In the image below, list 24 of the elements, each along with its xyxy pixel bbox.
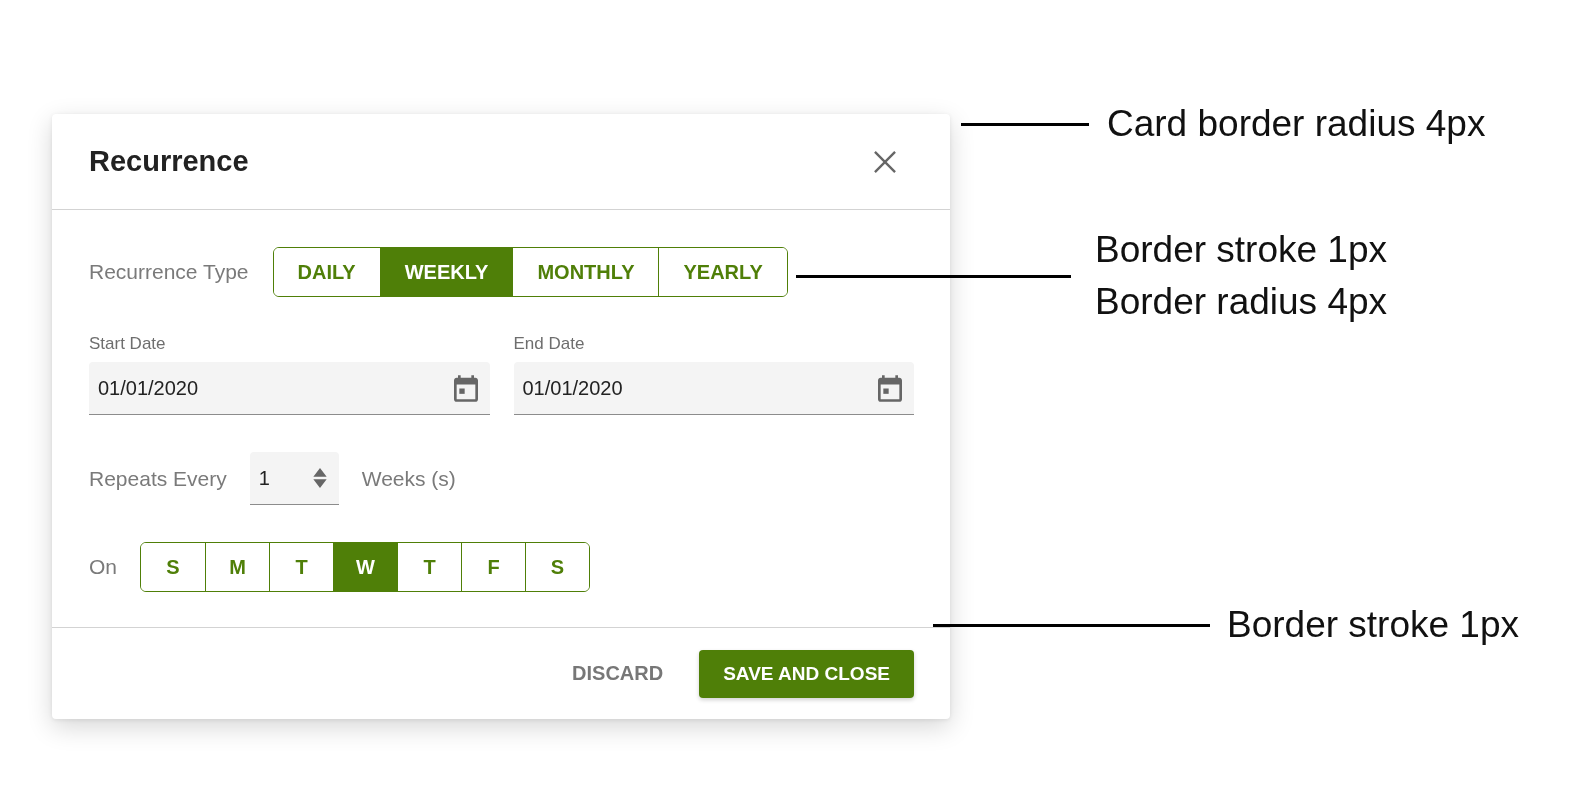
weekday-option[interactable]: W bbox=[333, 543, 397, 591]
weekday-option[interactable]: S bbox=[525, 543, 589, 591]
recurrence-type-option[interactable]: YEARLY bbox=[658, 248, 787, 296]
field-label: End Date bbox=[513, 334, 586, 354]
calendar-icon[interactable] bbox=[878, 374, 902, 402]
close-icon[interactable] bbox=[874, 150, 896, 173]
annotation-text: Card border radius 4px bbox=[1107, 102, 1486, 146]
unit-label: Weeks (s) bbox=[361, 466, 456, 491]
date-field[interactable]: 01/01/2020 bbox=[513, 362, 914, 415]
discard-button[interactable]: DISCARD bbox=[556, 652, 680, 695]
number-field[interactable]: 1 bbox=[249, 452, 339, 505]
save-button[interactable]: SAVE AND CLOSE bbox=[699, 649, 914, 698]
annotation-text: Border radius 4px bbox=[1095, 280, 1388, 324]
field-label: On bbox=[89, 555, 117, 579]
calendar-icon[interactable] bbox=[453, 374, 478, 402]
annotation-text: Border stroke 1px bbox=[1095, 228, 1388, 272]
date-field[interactable]: 01/01/2020 bbox=[89, 362, 490, 415]
dialog-title: Recurrence bbox=[89, 145, 249, 178]
up-down-arrows-icon[interactable] bbox=[312, 468, 327, 488]
field-label: Start Date bbox=[89, 334, 167, 354]
annotation-text: Border stroke 1px bbox=[1227, 603, 1520, 647]
recurrence-type-option[interactable]: WEEKLY bbox=[379, 248, 513, 296]
field-label: Repeats Every bbox=[89, 466, 227, 491]
field-label: Recurrence Type bbox=[89, 260, 249, 284]
